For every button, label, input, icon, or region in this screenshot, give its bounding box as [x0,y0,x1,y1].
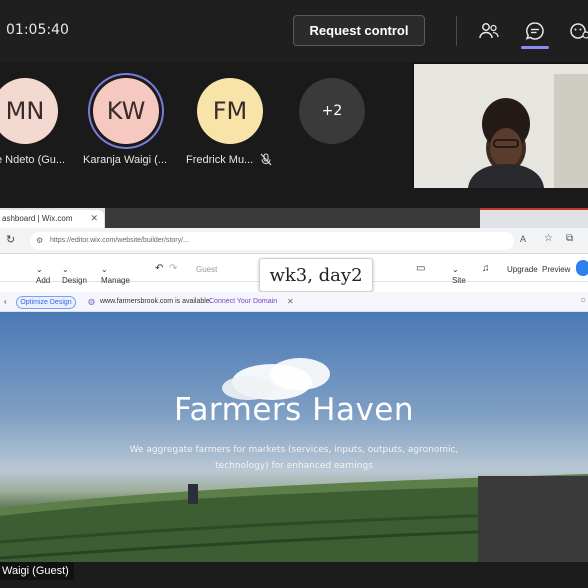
notifications-icon[interactable]: ♫ [482,263,490,274]
chat-icon[interactable] [522,18,548,44]
close-tab-icon[interactable]: ✕ [90,213,98,224]
request-control-button[interactable]: Request control [293,15,425,46]
undo-icon[interactable]: ↶ [155,263,163,274]
participant-avatar-speaking[interactable]: KW [93,78,159,144]
participant-name: e Ndeto (Gu... [0,154,66,166]
participant-avatar[interactable]: MN [0,78,58,144]
globe-icon: ◍ [88,297,95,306]
meeting-toolbar: 01:05:40 Request control [0,0,588,62]
participant-video [414,64,588,188]
site-hero: Farmers Haven We aggregate farmers for m… [0,312,588,568]
chat-active-indicator [521,46,549,49]
meeting-window: 01:05:40 Request control MN e Ndeto (Gu.… [0,0,588,588]
redo-icon[interactable]: ↷ [169,263,177,274]
browser-tab[interactable]: ashboard | Wix.com ✕ [0,210,104,228]
more-participants-button[interactable]: +2 [299,78,365,144]
obscured-region [478,476,588,568]
participant-name: Karanja Waigi (... [83,154,167,166]
video-tile [414,64,588,188]
design-menu-label: Design [62,276,87,285]
divider-strip [0,188,588,208]
domain-banner: ‹ Optimize Design ◍ www.farmersbrook.com… [0,292,588,312]
close-banner-icon[interactable]: ✕ [287,297,294,306]
manage-menu-label: Manage [101,276,130,285]
site-menu[interactable]: Site ⌄ [452,265,466,285]
reader-icon[interactable]: A [520,234,526,244]
site-menu-label: Site [452,276,466,285]
url-field[interactable]: ⚙ https://editor.wix.com/website/builder… [30,232,514,250]
manage-menu[interactable]: Manage ⌄ [101,265,130,285]
participant-initials: MN [5,97,45,125]
domain-availability-text: www.farmersbrook.com is available. [100,298,212,305]
device-icon[interactable]: ▭ [416,263,425,274]
connect-domain-link[interactable]: Connect Your Domain [209,298,277,305]
extensions-icon[interactable]: ⧉ [566,233,573,244]
site-subtitle: We aggregate farmers for markets (servic… [129,445,459,471]
participants-strip: MN e Ndeto (Gu... KW Karanja Waigi (... … [0,62,412,188]
toolbar-divider [456,16,457,46]
add-menu-label: Add [36,276,51,285]
search-icon[interactable]: ○ [580,295,586,306]
presenter-name: Waigi (Guest) [0,562,74,580]
preview-button[interactable]: Preview [542,265,570,274]
design-menu[interactable]: Design ⌄ [62,265,87,285]
more-participants-count: +2 [321,103,343,119]
participant-name: Fredrick Mu... [186,154,254,166]
back-icon[interactable]: ‹ [4,297,7,306]
publish-button[interactable] [576,260,588,276]
guest-label: Guest [196,265,218,274]
recording-border [480,208,588,210]
people-icon[interactable] [476,18,502,44]
participant-avatar[interactable]: FM [197,78,263,144]
shared-screen: ashboard | Wix.com ✕ ↻ ⚙ https://editor.… [0,208,588,568]
session-label: wk3, day2 [259,258,373,292]
meeting-timer: 01:05:40 [6,22,69,38]
participant-initials: KW [106,97,146,125]
optimize-design-button[interactable]: Optimize Design [16,296,76,309]
site-info-icon[interactable]: ⚙ [36,236,43,245]
participant-initials: FM [212,97,248,125]
reload-icon[interactable]: ↻ [6,233,15,246]
upgrade-link[interactable]: Upgrade [507,265,538,274]
mic-muted-icon [260,153,272,171]
address-bar: ↻ ⚙ https://editor.wix.com/website/build… [0,228,588,254]
favorite-icon[interactable]: ☆ [544,233,553,244]
reactions-icon[interactable] [566,18,588,44]
url-text: https://editor.wix.com/website/builder/s… [50,237,189,244]
bottom-bar [0,562,588,588]
tab-title: ashboard | Wix.com [2,214,73,223]
add-menu[interactable]: Add ⌄ [36,265,50,285]
site-title: Farmers Haven [173,392,415,428]
